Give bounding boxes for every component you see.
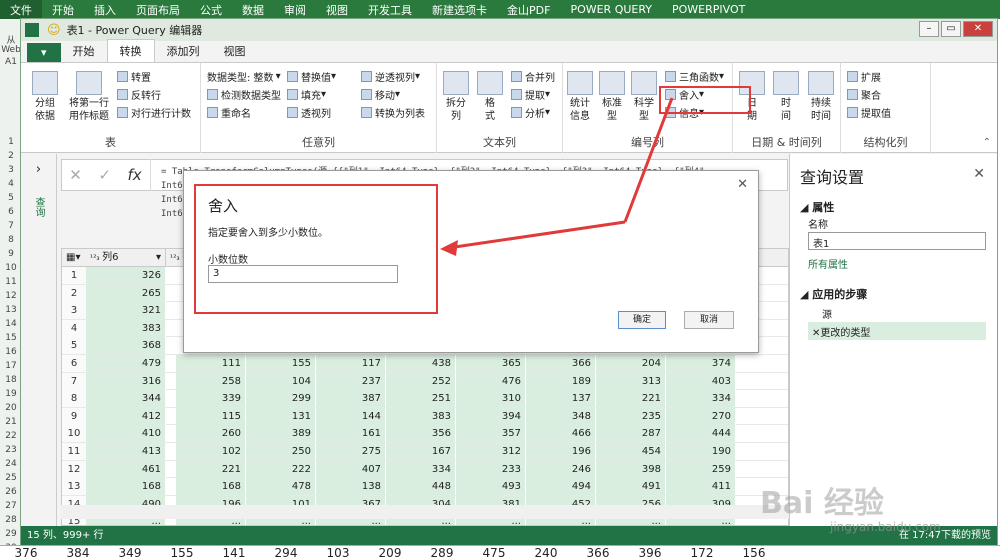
annotation-arrow (440, 97, 674, 256)
watermark-url: jingyan.baidu.com (830, 520, 941, 534)
watermark: Bai 经验 (760, 486, 884, 521)
